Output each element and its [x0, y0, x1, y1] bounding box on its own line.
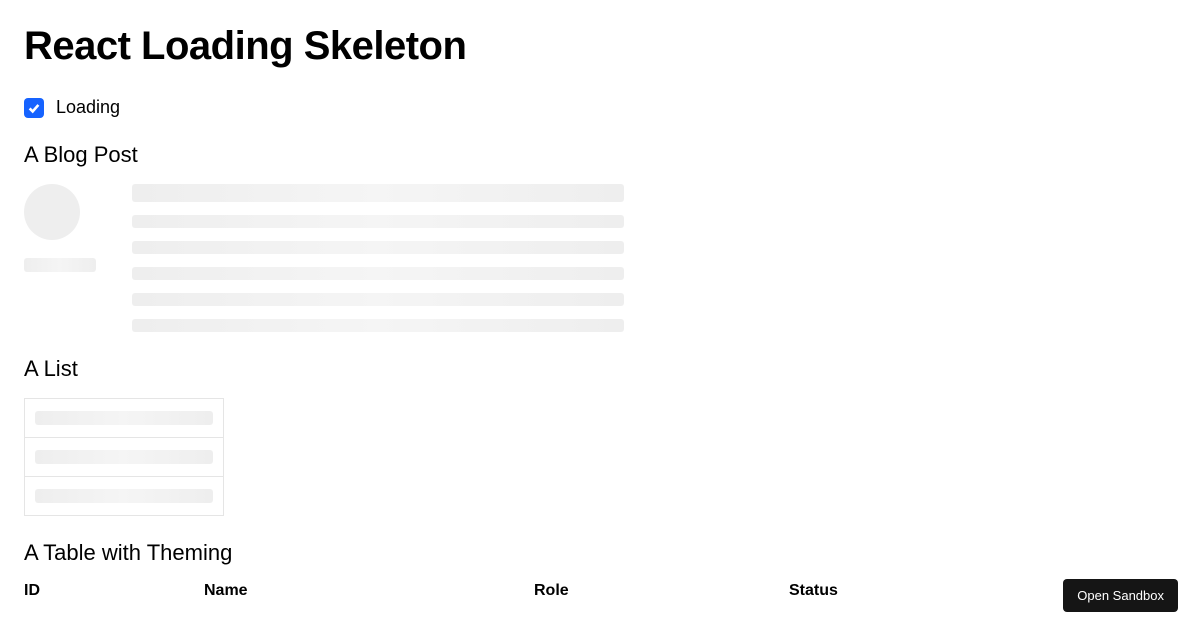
avatar-skeleton [24, 184, 80, 240]
author-name-skeleton [24, 258, 96, 272]
post-line-skeleton [132, 319, 624, 332]
blog-post-content-column [132, 184, 624, 332]
page-title: React Loading Skeleton [24, 24, 1176, 69]
post-line-skeleton [132, 293, 624, 306]
list-skeleton [24, 398, 224, 516]
open-sandbox-button[interactable]: Open Sandbox [1063, 579, 1178, 612]
loading-checkbox[interactable] [24, 98, 44, 118]
checkmark-icon [27, 101, 41, 115]
blog-post-skeleton [24, 184, 624, 332]
post-line-skeleton [132, 267, 624, 280]
list-item-skeleton [35, 411, 213, 425]
list-item-skeleton [35, 450, 213, 464]
post-title-skeleton [132, 184, 624, 202]
list-item [25, 438, 223, 477]
post-line-skeleton [132, 215, 624, 228]
table-header-name: Name [204, 582, 534, 600]
table-header-id: ID [24, 582, 204, 600]
table-header-row: ID Name Role Status [24, 582, 1176, 600]
blog-post-author-column [24, 184, 96, 332]
list-item [25, 399, 223, 438]
list-item [25, 477, 223, 515]
table-heading: A Table with Theming [24, 540, 1176, 566]
list-item-skeleton [35, 489, 213, 503]
blog-post-heading: A Blog Post [24, 142, 1176, 168]
loading-toggle-row: Loading [24, 97, 1176, 118]
table-header-role: Role [534, 582, 789, 600]
loading-checkbox-label: Loading [56, 97, 120, 118]
list-heading: A List [24, 356, 1176, 382]
post-line-skeleton [132, 241, 624, 254]
table-header-status: Status [789, 582, 958, 600]
